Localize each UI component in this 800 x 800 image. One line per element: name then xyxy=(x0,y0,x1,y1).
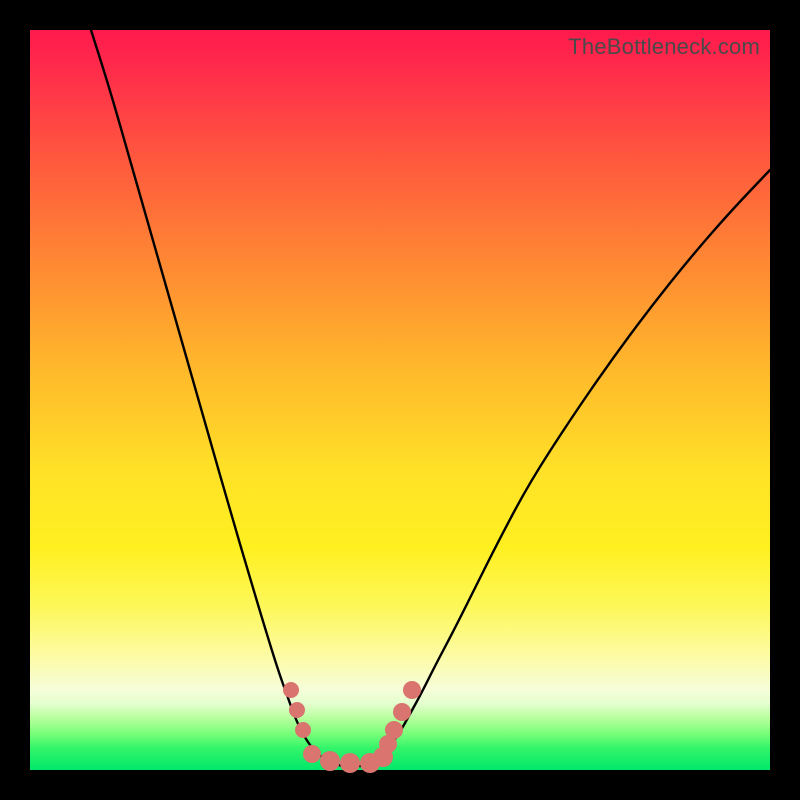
chart-svg xyxy=(30,30,770,770)
data-marker xyxy=(403,681,421,699)
curve-layer xyxy=(91,30,770,766)
marker-layer xyxy=(283,681,421,773)
outer-frame: TheBottleneck.com xyxy=(0,0,800,800)
data-marker xyxy=(385,721,403,739)
series-right-curve xyxy=(370,170,770,766)
data-marker xyxy=(289,702,305,718)
plot-area: TheBottleneck.com xyxy=(30,30,770,770)
series-left-curve xyxy=(91,30,342,766)
data-marker xyxy=(340,753,360,773)
data-marker xyxy=(393,703,411,721)
data-marker xyxy=(283,682,299,698)
data-marker xyxy=(303,745,321,763)
data-marker xyxy=(320,751,340,771)
data-marker xyxy=(295,722,311,738)
